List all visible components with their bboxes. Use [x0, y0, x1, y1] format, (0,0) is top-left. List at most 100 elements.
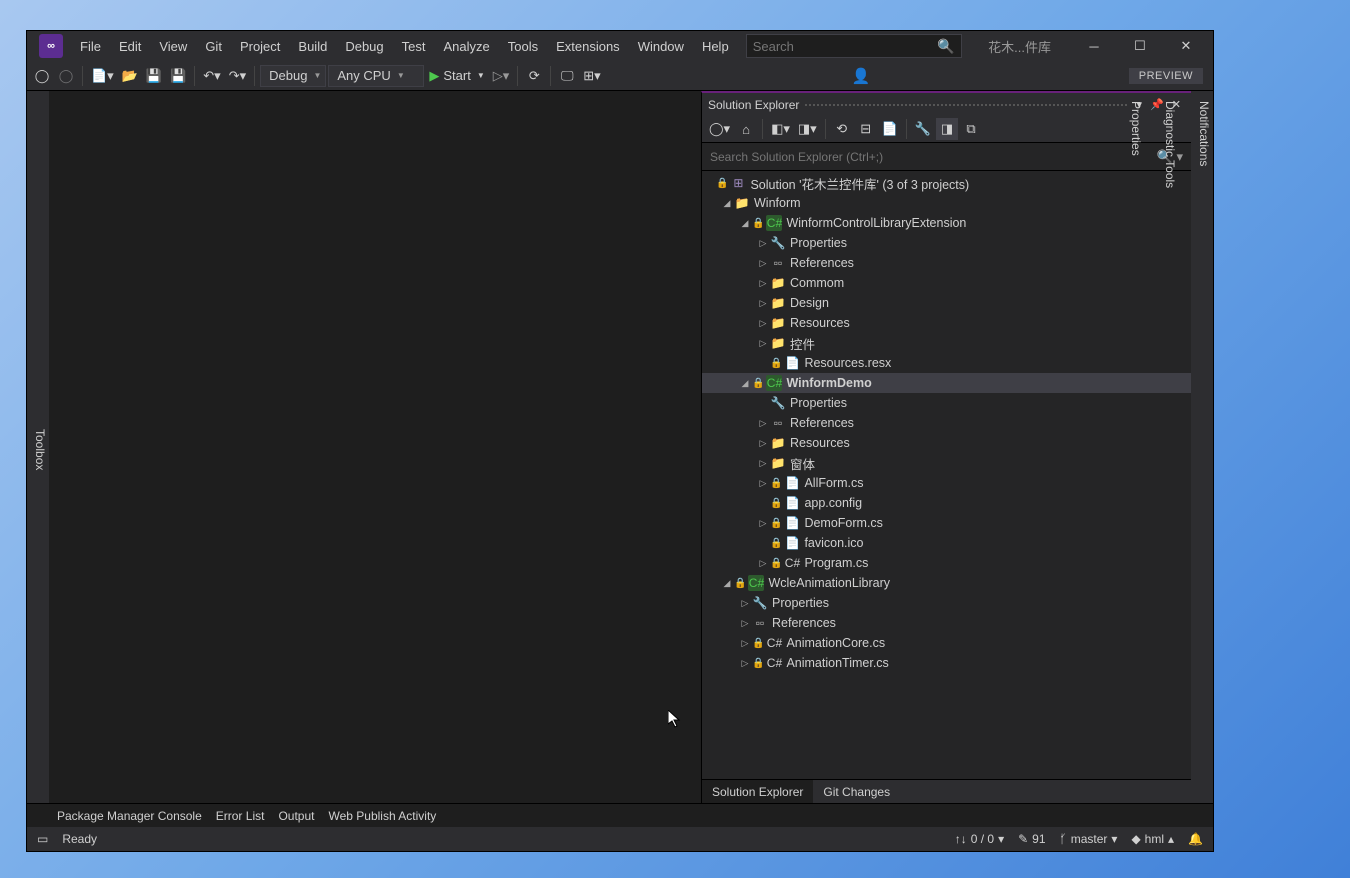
- search-input[interactable]: [753, 39, 938, 54]
- pending-changes-icon[interactable]: ◨▾: [795, 118, 820, 140]
- tree-item[interactable]: ▷🔒📄AllForm.cs: [702, 473, 1191, 493]
- sync-icon[interactable]: ⟲: [831, 118, 853, 140]
- tree-item[interactable]: ▷📁窗体: [702, 453, 1191, 473]
- bottom-tab-output[interactable]: Output: [278, 809, 314, 823]
- back-icon[interactable]: ◯▾: [706, 118, 733, 140]
- status-bell-icon[interactable]: 🔔: [1188, 832, 1203, 846]
- show-all-icon[interactable]: 📄: [879, 118, 901, 140]
- save-icon[interactable]: 💾: [143, 65, 165, 87]
- bottom-tab-web-publish-activity[interactable]: Web Publish Activity: [328, 809, 436, 823]
- collapse-icon[interactable]: ▷: [756, 278, 770, 289]
- platform-dropdown[interactable]: Any CPU▼: [328, 65, 424, 87]
- preview-selected-icon[interactable]: ◨: [936, 118, 958, 140]
- tree-item[interactable]: ▷▫▫References: [702, 413, 1191, 433]
- nav-back-icon[interactable]: ◯: [31, 65, 53, 87]
- collapse-icon[interactable]: ▷: [756, 438, 770, 449]
- collapse-icon[interactable]: ▷: [756, 338, 770, 349]
- tree-item[interactable]: 🔒📄Resources.resx: [702, 353, 1191, 373]
- tree-item[interactable]: 🔒📄app.config: [702, 493, 1191, 513]
- undo-icon[interactable]: ↶▾: [200, 65, 223, 87]
- menu-view[interactable]: View: [150, 31, 196, 61]
- expand-icon[interactable]: ◢: [738, 378, 752, 389]
- tree-item[interactable]: ▷📁Commom: [702, 273, 1191, 293]
- menu-edit[interactable]: Edit: [110, 31, 150, 61]
- tree-item[interactable]: ◢📁Winform: [702, 193, 1191, 213]
- tree-item[interactable]: ▷🔒C#AnimationTimer.cs: [702, 653, 1191, 673]
- status-edits[interactable]: ✎ 91: [1018, 832, 1045, 846]
- collapse-icon[interactable]: ▷: [738, 598, 752, 609]
- collapse-icon[interactable]: ▷: [738, 658, 752, 669]
- expand-icon[interactable]: ◢: [738, 218, 752, 229]
- tree-item[interactable]: ▷🔒📄DemoForm.cs: [702, 513, 1191, 533]
- tree-item[interactable]: ◢🔒C#WinformDemo: [702, 373, 1191, 393]
- collapse-icon[interactable]: ▷: [756, 258, 770, 269]
- tree-item[interactable]: ▷📁Design: [702, 293, 1191, 313]
- collapse-icon[interactable]: ▷: [738, 638, 752, 649]
- start-button[interactable]: ▶ Start ▼: [426, 65, 487, 87]
- tree-item[interactable]: ▷📁Resources: [702, 313, 1191, 333]
- switch-views-icon[interactable]: ◧▾: [768, 118, 793, 140]
- menu-git[interactable]: Git: [196, 31, 231, 61]
- collapse-icon[interactable]: ▷: [756, 558, 770, 569]
- right-tab-diagnostic-tools[interactable]: Diagnostic Tools: [1161, 97, 1179, 803]
- status-branch[interactable]: ᚶ master ▾: [1060, 832, 1118, 846]
- tree-item[interactable]: ▷🔒C#Program.cs: [702, 553, 1191, 573]
- collapse-icon[interactable]: ▷: [756, 478, 770, 489]
- minimize-button[interactable]: ─: [1071, 31, 1117, 61]
- browser-icon[interactable]: 🖵: [556, 65, 578, 87]
- tree-item[interactable]: ▷🔒C#AnimationCore.cs: [702, 633, 1191, 653]
- tree-item[interactable]: ◢🔒C#WinformControlLibraryExtension: [702, 213, 1191, 233]
- live-share-icon[interactable]: 👤: [852, 67, 871, 85]
- right-tab-properties[interactable]: Properties: [1127, 97, 1145, 803]
- menu-help[interactable]: Help: [693, 31, 738, 61]
- tree-item[interactable]: ▷▫▫References: [702, 253, 1191, 273]
- hot-reload-icon[interactable]: ⟳: [523, 65, 545, 87]
- tree-item[interactable]: ▷▫▫References: [702, 613, 1191, 633]
- expand-icon[interactable]: ◢: [720, 578, 734, 589]
- quick-search[interactable]: 🔍: [746, 34, 962, 58]
- config-dropdown[interactable]: Debug▼: [260, 65, 326, 87]
- save-all-icon[interactable]: 💾: [167, 65, 189, 87]
- find-icon[interactable]: ⊞▾: [580, 65, 603, 87]
- menu-build[interactable]: Build: [289, 31, 336, 61]
- nav-fwd-icon[interactable]: ◯: [55, 65, 77, 87]
- menu-debug[interactable]: Debug: [336, 31, 392, 61]
- tree-item[interactable]: ▷📁控件: [702, 333, 1191, 353]
- collapse-icon[interactable]: ▷: [738, 618, 752, 629]
- menu-test[interactable]: Test: [393, 31, 435, 61]
- home-icon[interactable]: ⌂: [735, 118, 757, 140]
- new-item-icon[interactable]: 📄▾: [88, 65, 117, 87]
- tree-item[interactable]: ▷📁Resources: [702, 433, 1191, 453]
- tree-item[interactable]: ◢🔒C#WcleAnimationLibrary: [702, 573, 1191, 593]
- status-user[interactable]: ◆ hml ▴: [1131, 832, 1174, 846]
- left-tab-toolbox[interactable]: Toolbox: [31, 425, 49, 474]
- collapse-icon[interactable]: ⊟: [855, 118, 877, 140]
- tree-item[interactable]: ▷🔧Properties: [702, 593, 1191, 613]
- tree-item[interactable]: ▷🔧Properties: [702, 233, 1191, 253]
- expand-icon[interactable]: ◢: [720, 198, 734, 209]
- properties-icon[interactable]: 🔧: [912, 118, 934, 140]
- tab-solution-explorer[interactable]: Solution Explorer: [702, 780, 813, 803]
- bottom-tab-error-list[interactable]: Error List: [216, 809, 265, 823]
- collapse-icon[interactable]: ▷: [756, 238, 770, 249]
- solution-explorer-search[interactable]: 🔍 ▾: [702, 143, 1191, 171]
- tree-item[interactable]: 🔒⊞Solution '花木兰控件库' (3 of 3 projects): [702, 173, 1191, 193]
- solution-tree[interactable]: 🔒⊞Solution '花木兰控件库' (3 of 3 projects)◢📁W…: [702, 171, 1191, 779]
- bottom-tab-package-manager-console[interactable]: Package Manager Console: [57, 809, 202, 823]
- collapse-icon[interactable]: ▷: [756, 298, 770, 309]
- menu-window[interactable]: Window: [629, 31, 693, 61]
- menu-tools[interactable]: Tools: [499, 31, 547, 61]
- collapse-icon[interactable]: ▷: [756, 318, 770, 329]
- maximize-button[interactable]: ☐: [1117, 31, 1163, 61]
- collapse-icon[interactable]: ▷: [756, 518, 770, 529]
- menu-analyze[interactable]: Analyze: [434, 31, 498, 61]
- collapse-icon[interactable]: ▷: [756, 458, 770, 469]
- menu-file[interactable]: File: [71, 31, 110, 61]
- menu-extensions[interactable]: Extensions: [547, 31, 629, 61]
- menu-project[interactable]: Project: [231, 31, 289, 61]
- collapse-icon[interactable]: ▷: [756, 418, 770, 429]
- group-icon[interactable]: ⧉: [960, 118, 982, 140]
- se-search-input[interactable]: [710, 150, 1157, 164]
- close-button[interactable]: ✕: [1163, 31, 1209, 61]
- preview-button[interactable]: PREVIEW: [1129, 68, 1203, 84]
